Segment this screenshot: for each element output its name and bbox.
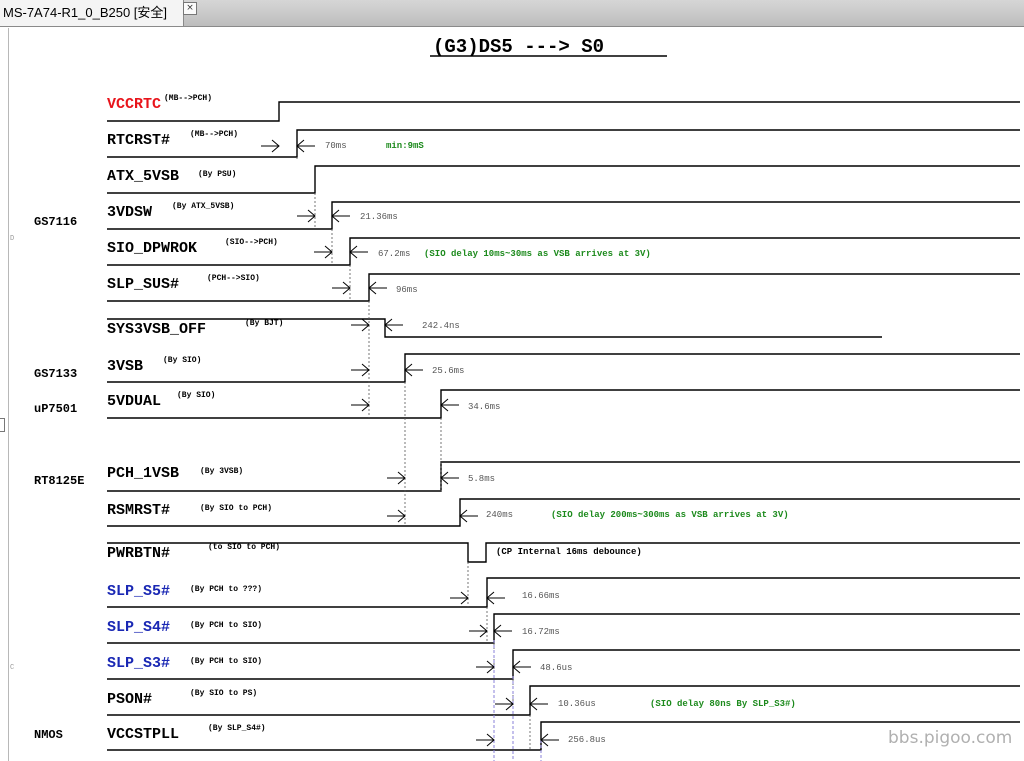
timing-comment: min:9mS: [386, 141, 424, 151]
signal-note: (By 3VSB): [200, 467, 243, 476]
timing-diagram: (G3)DS5 ---> S0 GS7116 GS7133 uP7501 RT8125E…: [34, 36, 1020, 761]
timing-comment: (SIO delay 80ns By SLP_S3#): [650, 699, 796, 709]
signal-note: (PCH-->SIO): [207, 274, 260, 283]
signal-note: (By BJT): [245, 319, 283, 328]
chip-label: RT8125E: [34, 474, 84, 488]
close-tab-icon[interactable]: ×: [183, 2, 197, 15]
timing-comment: (SIO delay 200ms~300ms as VSB arrives at…: [551, 510, 789, 520]
signal-note: (By SIO): [177, 391, 215, 400]
chip-label: GS7116: [34, 215, 77, 229]
waveform-9: [107, 389, 1020, 419]
timing-value: 21.36ms: [360, 212, 398, 222]
timing-value: 16.66ms: [522, 591, 560, 601]
signal-name: SLP_S4#: [107, 619, 170, 636]
timing-value: 16.72ms: [522, 627, 560, 637]
signal-name: PSON#: [107, 691, 152, 708]
signal-note: (By SIO to PS): [190, 689, 257, 698]
diagram-title: (G3)DS5 ---> S0: [433, 36, 604, 58]
waveform-10: [107, 461, 1020, 492]
signal-name: PWRBTN#: [107, 545, 170, 562]
signal-note: (By SIO to PCH): [200, 504, 272, 513]
signal-name: SLP_S3#: [107, 655, 170, 672]
signal-note: (SIO-->PCH): [225, 238, 278, 247]
waveform-2: [107, 129, 1020, 158]
timing-value: 70ms: [325, 141, 347, 151]
signal-name: ATX_5VSB: [107, 168, 179, 185]
timing-value: 67.2ms: [378, 249, 410, 259]
signal-name: RTCRST#: [107, 132, 170, 149]
signal-name: 3VSB: [107, 358, 143, 375]
timing-value: 242.4ns: [422, 321, 460, 331]
signal-note: (By PSU): [198, 170, 236, 179]
timing-value: 48.6us: [540, 663, 572, 673]
timing-value: 34.6ms: [468, 402, 500, 412]
timing-value: 5.8ms: [468, 474, 495, 484]
waveform-1: [107, 101, 1020, 122]
signal-note: (to SIO to PCH): [208, 543, 280, 552]
signal-name: 5VDUAL: [107, 393, 161, 410]
waveform-3: [107, 165, 1020, 194]
timing-comment: (CP Internal 16ms debounce): [496, 547, 642, 557]
document-tab[interactable]: MS-7A74-R1_0_B250 [安全]: [0, 0, 184, 26]
signal-name: VCCSTPLL: [107, 726, 179, 743]
timing-value: 256.8us: [568, 735, 606, 745]
timing-value: 96ms: [396, 285, 418, 295]
signal-name: VCCRTC: [107, 96, 161, 113]
signal-note: (By PCH to SIO): [190, 657, 262, 666]
signal-name: PCH_1VSB: [107, 465, 179, 482]
watermark: bbs.pigoo.com: [888, 728, 1013, 748]
waveform-sys3vsb-off: [107, 318, 882, 338]
tab-title: MS-7A74-R1_0_B250 [安全]: [3, 5, 168, 20]
signal-name: RSMRST#: [107, 502, 170, 519]
signal-name: SLP_S5#: [107, 583, 170, 600]
timing-value: 10.36us: [558, 699, 596, 709]
signal-name: 3VDSW: [107, 204, 152, 221]
signal-name: SLP_SUS#: [107, 276, 179, 293]
timing-value: 25.6ms: [432, 366, 464, 376]
chip-label: NMOS: [34, 728, 63, 742]
signal-note: (MB-->PCH): [164, 94, 212, 103]
timing-value: 240ms: [486, 510, 513, 520]
signal-note: (By ATX_5VSB): [172, 202, 234, 211]
signal-note: (By SIO): [163, 356, 201, 365]
waveform-8: [107, 353, 1020, 383]
signal-note: (MB-->PCH): [190, 130, 238, 139]
signal-note: (By PCH to ???): [190, 585, 262, 594]
chip-label: GS7133: [34, 367, 77, 381]
tab-bar: MS-7A74-R1_0_B250 [安全] ×: [0, 0, 1024, 27]
signal-note: (By SLP_S4#): [208, 724, 266, 733]
waveform-4: [107, 201, 1020, 230]
signal-name: SIO_DPWROK: [107, 240, 197, 257]
timing-comment: (SIO delay 10ms~30ms as VSB arrives at 3…: [424, 249, 651, 259]
signal-name: SYS3VSB_OFF: [107, 321, 206, 338]
chip-label: uP7501: [34, 402, 77, 416]
signal-note: (By PCH to SIO): [190, 621, 262, 630]
